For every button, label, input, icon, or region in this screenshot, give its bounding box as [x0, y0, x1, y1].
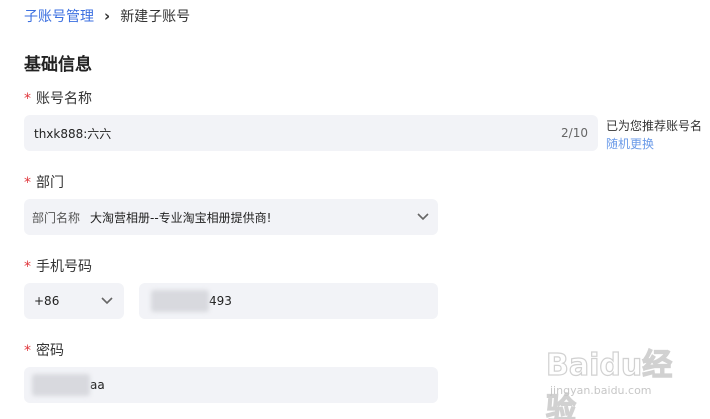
phone-label: * 手机号码	[24, 256, 92, 276]
chevron-right-icon: ›	[104, 7, 111, 25]
password-label: * 密码	[24, 340, 64, 360]
password-label-text: 密码	[36, 343, 64, 359]
account-name-counter: 2/10	[561, 126, 588, 140]
phone-label-text: 手机号码	[36, 259, 92, 275]
breadcrumb: 子账号管理 › 新建子账号	[24, 6, 190, 26]
account-name-label-text: 账号名称	[36, 91, 92, 107]
watermark-logo: Baidu经验	[545, 347, 673, 419]
country-code-value: +86	[34, 294, 60, 308]
country-code-select[interactable]: +86	[24, 283, 124, 319]
password-input[interactable]: aa	[24, 367, 438, 403]
redacted-blur	[151, 290, 209, 312]
breadcrumb-current: 新建子账号	[120, 9, 191, 25]
department-label: * 部门	[24, 172, 64, 192]
department-value: 大淘营相册--专业淘宝相册提供商!	[90, 210, 272, 225]
baidu-jingyan-watermark: Baidu经验 jingyan.baidu.com	[545, 340, 696, 419]
account-name-label: * 账号名称	[24, 88, 92, 108]
chevron-down-icon	[416, 210, 430, 224]
department-select[interactable]: 部门名称 大淘营相册--专业淘宝相册提供商!	[24, 199, 438, 235]
password-value-suffix: aa	[90, 378, 105, 392]
phone-input[interactable]: 493	[139, 283, 438, 319]
chevron-down-icon	[100, 294, 114, 308]
random-change-link[interactable]: 随机更换	[606, 135, 702, 153]
department-label-text: 部门	[36, 175, 64, 191]
department-prefix: 部门名称	[32, 210, 81, 225]
account-name-value: thxk888:六六	[34, 126, 112, 141]
required-mark: *	[24, 343, 31, 359]
required-mark: *	[24, 175, 31, 191]
required-mark: *	[24, 91, 31, 107]
account-name-hint-text: 已为您推荐账号名	[606, 119, 703, 133]
account-name-input[interactable]: thxk888:六六 2/10	[24, 115, 598, 151]
account-name-hint: 已为您推荐账号名 随机更换	[606, 117, 702, 153]
redacted-blur	[32, 374, 90, 396]
phone-value-suffix: 493	[209, 294, 232, 308]
required-mark: *	[24, 259, 31, 275]
breadcrumb-link-subaccount-management[interactable]: 子账号管理	[24, 6, 94, 26]
section-title: 基础信息	[24, 55, 92, 75]
watermark-url: jingyan.baidu.com	[550, 384, 652, 397]
